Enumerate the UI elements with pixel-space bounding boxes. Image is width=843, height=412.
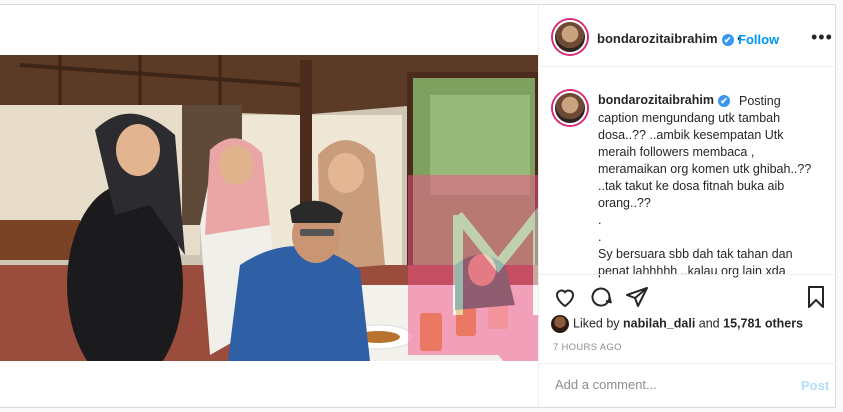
verified-badge-icon: ✔ xyxy=(721,33,734,46)
post-photo[interactable] xyxy=(0,55,538,361)
caption-body: Posting caption mengundang utk tambah do… xyxy=(598,94,812,278)
action-bar xyxy=(539,274,836,315)
follow-button[interactable]: Follow xyxy=(738,32,779,47)
instagram-post: bondarozitaibrahim ✔ • Follow ••• bondaro… xyxy=(0,4,836,408)
photo-scene xyxy=(0,55,538,361)
post-sidebar: bondarozitaibrahim ✔ • Follow ••• bondaro… xyxy=(538,5,836,407)
header-username[interactable]: bondarozitaibrahim xyxy=(597,31,718,46)
likes-count[interactable]: 15,781 others xyxy=(723,316,803,330)
caption-avatar[interactable] xyxy=(553,91,587,125)
comment-box: Post xyxy=(539,363,836,408)
bookmark-icon[interactable] xyxy=(804,285,828,309)
avatar[interactable] xyxy=(553,20,587,54)
comment-icon[interactable] xyxy=(589,285,613,309)
comment-input[interactable] xyxy=(553,376,777,393)
likes-prefix: Liked by xyxy=(573,316,620,331)
liker-username[interactable]: nabilah_dali xyxy=(623,316,695,330)
heart-icon[interactable] xyxy=(553,285,577,309)
post-comment-button[interactable]: Post xyxy=(801,378,829,393)
liker-avatar[interactable] xyxy=(551,315,569,333)
post-timestamp[interactable]: 7 HOURS AGO xyxy=(553,342,622,353)
caption-text: Posting caption mengundang utk tambah do… xyxy=(598,93,823,280)
post-header: bondarozitaibrahim ✔ • Follow ••• xyxy=(539,5,836,67)
likes-joiner: and xyxy=(698,316,720,331)
share-icon[interactable] xyxy=(625,285,649,309)
header-username-row: bondarozitaibrahim ✔ • xyxy=(597,31,742,46)
more-options-icon[interactable]: ••• xyxy=(811,27,833,48)
likes-summary: Liked by nabilah_dali and 15,781 others xyxy=(551,315,803,333)
